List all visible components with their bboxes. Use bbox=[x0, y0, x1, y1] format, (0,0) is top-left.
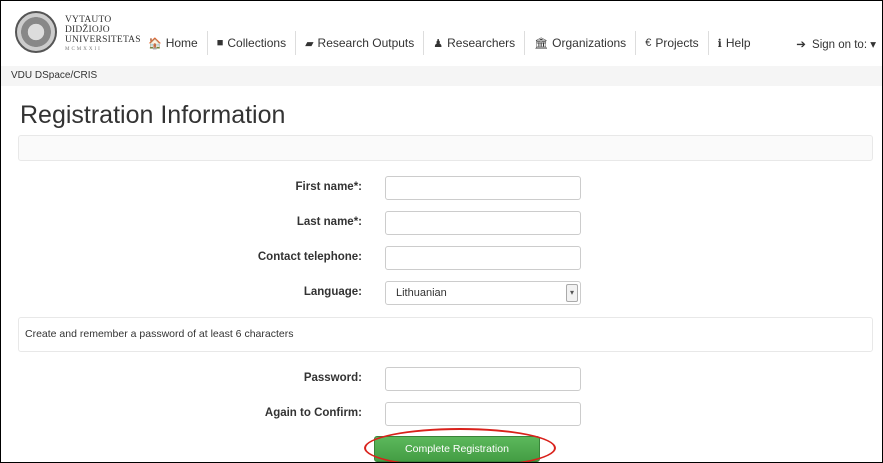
nav-researchers[interactable]: ♟ Researchers bbox=[424, 31, 526, 55]
logo-text: VYTAUTO DIDŽIOJO UNIVERSITETAS MCMXXII bbox=[65, 15, 141, 55]
logo-line-3: UNIVERSITETAS bbox=[65, 35, 141, 45]
language-row: Language: Lithuanian ▾ bbox=[1, 281, 882, 307]
page-title: Registration Information bbox=[20, 101, 286, 129]
chevron-down-icon: ▾ bbox=[566, 284, 578, 302]
page-frame: VYTAUTO DIDŽIOJO UNIVERSITETAS MCMXXII 🏠… bbox=[0, 0, 883, 463]
last-name-input[interactable] bbox=[385, 211, 581, 235]
password-label: Password: bbox=[303, 372, 362, 384]
sign-on-label: Sign on to: bbox=[812, 39, 868, 51]
folder-icon: ■ bbox=[216, 37, 224, 49]
nav-home[interactable]: 🏠 Home bbox=[139, 31, 208, 55]
chevron-down-icon: ▾ bbox=[870, 39, 876, 51]
book-icon: ▰ bbox=[305, 37, 314, 50]
nav-help-label: Help bbox=[725, 36, 751, 50]
confirm-password-input[interactable] bbox=[385, 402, 581, 426]
logo-line-1: VYTAUTO bbox=[65, 15, 112, 25]
institution-icon: 🏛 bbox=[534, 37, 549, 50]
password-hint-text: Create and remember a password of at lea… bbox=[25, 328, 294, 340]
nav-research-outputs[interactable]: ▰ Research Outputs bbox=[296, 31, 425, 55]
info-icon: ℹ bbox=[717, 37, 722, 50]
nav-collections[interactable]: ■ Collections bbox=[208, 31, 297, 55]
nav-projects[interactable]: € Projects bbox=[636, 31, 709, 55]
university-logo[interactable]: VYTAUTO DIDŽIOJO UNIVERSITETAS MCMXXII bbox=[15, 11, 141, 55]
password-row: Password: bbox=[1, 367, 882, 393]
top-navbar: VYTAUTO DIDŽIOJO UNIVERSITETAS MCMXXII 🏠… bbox=[1, 1, 882, 66]
language-selected-value: Lithuanian bbox=[396, 287, 447, 299]
password-input[interactable] bbox=[385, 367, 581, 391]
language-select[interactable]: Lithuanian ▾ bbox=[385, 281, 581, 305]
complete-registration-button[interactable]: Complete Registration bbox=[374, 436, 540, 462]
breadcrumb: VDU DSpace/CRIS bbox=[1, 66, 882, 86]
logo-line-4: MCMXXII bbox=[65, 47, 102, 52]
nav-help[interactable]: ℹ Help bbox=[709, 31, 760, 55]
home-icon: 🏠 bbox=[148, 37, 162, 50]
confirm-password-row: Again to Confirm: bbox=[1, 402, 882, 428]
language-label: Language: bbox=[303, 286, 362, 298]
info-panel bbox=[18, 135, 873, 161]
phone-row: Contact telephone: bbox=[1, 246, 882, 272]
first-name-label: First name*: bbox=[295, 181, 362, 193]
university-seal-icon bbox=[15, 11, 57, 53]
password-hint-panel: Create and remember a password of at lea… bbox=[18, 317, 873, 352]
nav-organizations[interactable]: 🏛 Organizations bbox=[525, 31, 637, 55]
logo-line-2: DIDŽIOJO bbox=[65, 25, 110, 35]
confirm-password-label: Again to Confirm: bbox=[264, 407, 362, 419]
last-name-label: Last name*: bbox=[296, 216, 362, 228]
last-name-row: Last name*: bbox=[1, 211, 882, 237]
nav-collections-label: Collections bbox=[227, 36, 287, 50]
euro-icon: € bbox=[645, 37, 652, 49]
nav-home-label: Home bbox=[165, 36, 198, 50]
breadcrumb-home-link[interactable]: VDU DSpace/CRIS bbox=[11, 70, 97, 81]
nav-researchers-label: Researchers bbox=[447, 36, 516, 50]
phone-input[interactable] bbox=[385, 246, 581, 270]
nav-organizations-label: Organizations bbox=[552, 36, 627, 50]
sign-in-icon: ➔ bbox=[796, 39, 806, 51]
main-nav: 🏠 Home ■ Collections ▰ Research Outputs … bbox=[139, 31, 760, 55]
nav-research-outputs-label: Research Outputs bbox=[317, 36, 415, 50]
phone-label: Contact telephone: bbox=[257, 251, 362, 263]
first-name-row: First name*: bbox=[1, 176, 882, 202]
user-icon: ♟ bbox=[433, 37, 444, 50]
sign-on-dropdown[interactable]: ➔ Sign on to: ▾ bbox=[796, 37, 876, 51]
first-name-input[interactable] bbox=[385, 176, 581, 200]
nav-projects-label: Projects bbox=[655, 36, 699, 50]
